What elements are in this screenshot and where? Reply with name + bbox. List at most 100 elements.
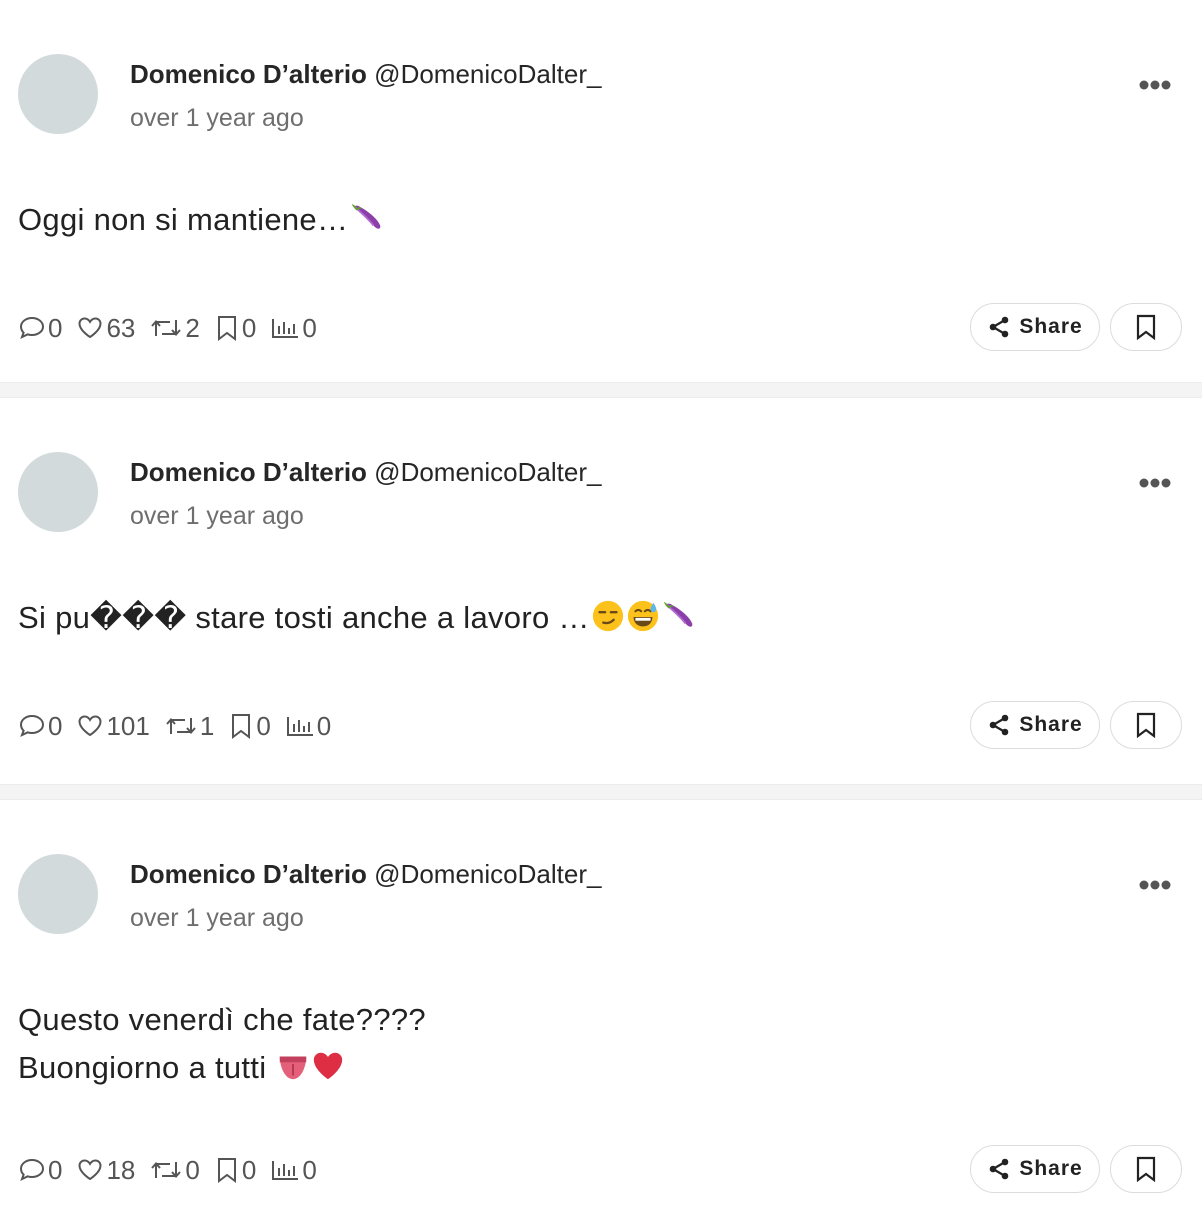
repost-count: 2 xyxy=(185,313,200,343)
post-feed: Domenico D’alterio @DomenicoDalter_ over… xyxy=(0,0,1202,1228)
repost-icon xyxy=(166,717,196,735)
comment-count: 0 xyxy=(48,711,63,741)
like-count: 18 xyxy=(106,1155,136,1185)
author-name[interactable]: Domenico D’alterio xyxy=(130,59,367,89)
post-body: Oggi non si mantiene… xyxy=(18,196,383,244)
like-stat[interactable]: 18 xyxy=(76,1150,135,1190)
views-count: 0 xyxy=(302,1155,317,1185)
avatar[interactable] xyxy=(18,54,98,134)
eggplant-icon xyxy=(663,601,693,627)
heart-icon xyxy=(78,317,102,339)
post-stats: 0 63 2 0 0 xyxy=(18,308,331,348)
like-stat[interactable]: 101 xyxy=(76,706,150,746)
more-options-button[interactable] xyxy=(1138,470,1172,496)
bookmark-stat[interactable]: 0 xyxy=(214,308,256,348)
post-author[interactable]: Domenico D’alterio @DomenicoDalter_ xyxy=(130,58,601,90)
share-button[interactable]: Share xyxy=(970,303,1100,351)
views-count: 0 xyxy=(316,711,332,741)
share-label: Share xyxy=(1019,1157,1083,1180)
share-icon xyxy=(990,1158,1009,1180)
comment-icon xyxy=(19,714,45,737)
avatar[interactable] xyxy=(18,854,98,934)
comment-icon xyxy=(19,316,45,339)
repost-icon xyxy=(151,319,182,337)
avatar[interactable] xyxy=(18,452,98,532)
share-icon xyxy=(990,714,1009,736)
share-button[interactable]: Share xyxy=(970,701,1100,749)
comment-stat[interactable]: 0 xyxy=(18,706,62,746)
comment-stat[interactable]: 0 xyxy=(18,308,62,348)
author-handle[interactable]: @DomenicoDalter_ xyxy=(374,457,601,487)
like-count: 101 xyxy=(106,711,150,741)
eggplant-icon xyxy=(352,203,381,229)
share-label: Share xyxy=(1019,713,1083,736)
post-text-continued: stare tosti anche a lavoro … xyxy=(186,600,590,635)
bar-chart-icon xyxy=(286,717,313,736)
post: Domenico D’alterio @DomenicoDalter_ over… xyxy=(0,398,1202,784)
replacement-characters: ��� xyxy=(90,600,187,636)
bookmark-count: 0 xyxy=(241,313,257,343)
bookmark-icon xyxy=(1136,314,1156,340)
like-stat[interactable]: 63 xyxy=(76,308,135,348)
repost-stat[interactable]: 2 xyxy=(149,308,200,348)
post-separator xyxy=(0,382,1202,398)
author-name[interactable]: Domenico D’alterio xyxy=(130,457,367,487)
heart-icon xyxy=(78,1159,102,1181)
views-count: 0 xyxy=(302,313,317,343)
repost-count: 0 xyxy=(185,1155,200,1185)
post-stats: 0 18 0 0 0 xyxy=(18,1150,331,1190)
like-count: 63 xyxy=(106,313,136,343)
post-timestamp: over 1 year ago xyxy=(130,502,304,530)
bookmark-icon xyxy=(232,714,251,739)
bookmark-stat[interactable]: 0 xyxy=(214,1150,256,1190)
bar-chart-icon xyxy=(272,319,299,338)
author-handle[interactable]: @DomenicoDalter_ xyxy=(374,859,601,889)
post-text-line: Questo venerdì che fate???? xyxy=(18,1002,426,1037)
red-heart-icon xyxy=(314,1052,343,1080)
post-stats: 0 101 1 0 0 xyxy=(18,706,345,746)
post-body: Questo venerdì che fate???? Buongiorno a … xyxy=(18,996,426,1092)
smirking-face-icon xyxy=(592,600,623,632)
post-separator xyxy=(0,784,1202,800)
bookmark-icon xyxy=(1136,1156,1156,1182)
post-text-line: Buongiorno a tutti xyxy=(18,1050,276,1085)
bookmark-icon xyxy=(217,1158,236,1183)
save-bookmark-button[interactable] xyxy=(1110,701,1182,749)
bookmark-count: 0 xyxy=(241,1155,257,1185)
more-options-button[interactable] xyxy=(1138,872,1172,898)
post-author[interactable]: Domenico D’alterio @DomenicoDalter_ xyxy=(130,858,601,890)
post-timestamp: over 1 year ago xyxy=(130,904,304,932)
more-horizontal-icon xyxy=(1139,80,1171,90)
bookmark-icon xyxy=(217,316,236,341)
save-bookmark-button[interactable] xyxy=(1110,303,1182,351)
comment-stat[interactable]: 0 xyxy=(18,1150,62,1190)
views-stat[interactable]: 0 xyxy=(285,706,331,746)
post-body: Si pu��� stare tosti anche a lavoro … xyxy=(18,594,695,642)
views-stat[interactable]: 0 xyxy=(270,308,317,348)
repost-stat[interactable]: 1 xyxy=(164,706,214,746)
save-bookmark-button[interactable] xyxy=(1110,1145,1182,1193)
tongue-icon xyxy=(280,1056,307,1080)
author-handle[interactable]: @DomenicoDalter_ xyxy=(374,59,601,89)
post-text: Si pu xyxy=(18,600,91,635)
heart-icon xyxy=(78,715,102,737)
share-icon xyxy=(990,316,1009,338)
more-options-button[interactable] xyxy=(1138,72,1172,98)
more-horizontal-icon xyxy=(1139,478,1171,488)
comment-icon xyxy=(19,1158,45,1181)
repost-icon xyxy=(151,1161,182,1179)
bookmark-stat[interactable]: 0 xyxy=(228,706,271,746)
more-horizontal-icon xyxy=(1139,880,1171,890)
share-label: Share xyxy=(1019,315,1083,338)
views-stat[interactable]: 0 xyxy=(270,1150,317,1190)
bar-chart-icon xyxy=(272,1161,299,1180)
post: Domenico D’alterio @DomenicoDalter_ over… xyxy=(0,0,1202,382)
share-button[interactable]: Share xyxy=(970,1145,1100,1193)
repost-stat[interactable]: 0 xyxy=(149,1150,200,1190)
repost-count: 1 xyxy=(199,711,215,741)
comment-count: 0 xyxy=(48,1155,63,1185)
bookmark-count: 0 xyxy=(256,711,271,741)
comment-count: 0 xyxy=(48,313,63,343)
post-author[interactable]: Domenico D’alterio @DomenicoDalter_ xyxy=(130,456,601,488)
author-name[interactable]: Domenico D’alterio xyxy=(130,859,367,889)
